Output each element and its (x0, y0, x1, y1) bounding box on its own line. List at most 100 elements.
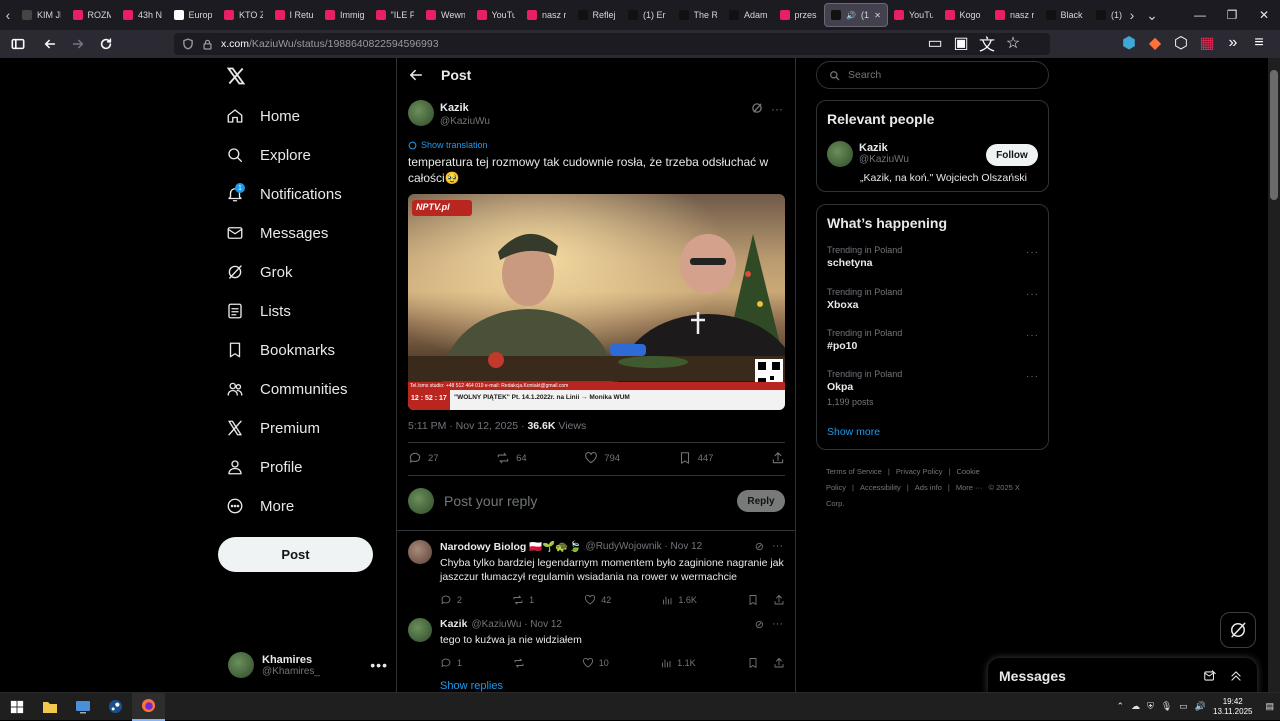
comment-reply-action[interactable]: 2 (440, 594, 462, 606)
like-action[interactable]: 794 (584, 451, 620, 465)
footer-link[interactable]: More ··· (956, 483, 983, 492)
trend-item[interactable]: Trending in Poland Xboxa ··· (827, 287, 1039, 311)
hamburger-menu-icon[interactable]: ≡ (1250, 34, 1268, 52)
repost-action[interactable]: 64 (496, 451, 527, 465)
onedrive-icon[interactable]: ☁ (1131, 701, 1140, 712)
tab-scroll-right-icon[interactable]: › (1124, 0, 1140, 30)
browser-tab[interactable]: Black (1040, 3, 1091, 27)
comment-like-action[interactable]: 10 (582, 657, 609, 669)
nav-item-more[interactable]: More (226, 494, 294, 518)
taskbar-clock[interactable]: 19:42 13.11.2025 (1213, 697, 1252, 717)
overflow-menu-icon[interactable]: » (1224, 34, 1242, 52)
restore-icon[interactable]: ❐ (1216, 0, 1248, 30)
browser-tab[interactable]: KTO Z (218, 3, 269, 27)
volume-icon[interactable]: 🔊 (1195, 701, 1206, 712)
extension-badge-icon[interactable]: ▦ (1198, 34, 1216, 52)
show-translation-link[interactable]: Show translation (408, 140, 488, 150)
tab-list-icon[interactable]: ⌄ (1140, 0, 1164, 30)
trend-more-icon[interactable]: ··· (1026, 247, 1039, 258)
microphone-icon[interactable]: 🎙 (1161, 701, 1172, 712)
comment-avatar[interactable] (408, 540, 432, 564)
picture-in-picture-icon[interactable]: ▭ (926, 34, 944, 52)
comment-author-handle[interactable]: @RudyWojownik · Nov 12 (586, 541, 703, 552)
footer-link[interactable]: Accessibility (860, 483, 901, 492)
author-avatar[interactable] (408, 100, 434, 126)
scrollbar-thumb[interactable] (1270, 70, 1278, 200)
browser-tab[interactable]: nasz r (521, 3, 572, 27)
browser-tab[interactable]: "ILE P (370, 3, 421, 27)
network-icon[interactable]: ▭ (1179, 701, 1188, 712)
browser-tab[interactable]: YouTu (471, 3, 522, 27)
comment-author-handle[interactable]: @KaziuWu · Nov 12 (471, 619, 562, 630)
nav-item-lists[interactable]: Lists (226, 299, 291, 323)
post-author[interactable]: Kazik @KaziuWu (408, 100, 490, 127)
trend-item[interactable]: Trending in Poland #po10 ··· (827, 328, 1039, 352)
grok-explain-icon[interactable]: ⊘ (755, 540, 764, 553)
sidebar-toggle-icon[interactable] (6, 32, 30, 56)
page-scrollbar[interactable] (1268, 58, 1280, 692)
relevant-person[interactable]: Kazik @KaziuWu (827, 141, 909, 167)
reply-button[interactable]: Reply (737, 490, 785, 512)
footer-link[interactable]: Terms of Service (826, 467, 882, 476)
comment-like-action[interactable]: 42 (584, 594, 611, 606)
tab-scroll-left-icon[interactable]: ‹ (0, 0, 16, 30)
show-replies-link[interactable]: Show replies (440, 680, 503, 692)
nav-item-communities[interactable]: Communities (226, 377, 348, 401)
nav-item-profile[interactable]: Profile (226, 455, 303, 479)
file-explorer-icon[interactable] (33, 693, 66, 721)
post-time[interactable]: 5:11 PM · Nov 12, 2025 · (408, 420, 527, 432)
translate-icon[interactable]: 文 (978, 34, 996, 54)
search-input[interactable]: Search (848, 69, 881, 81)
trend-more-icon[interactable]: ··· (1026, 330, 1039, 341)
bookmark-action[interactable]: 447 (678, 451, 713, 465)
expand-drawer-icon[interactable] (1229, 669, 1243, 683)
browser-tab[interactable]: I Retu (269, 3, 320, 27)
screenshot-icon[interactable]: ▣ (952, 34, 970, 52)
show-more-link[interactable]: Show more (827, 426, 880, 438)
reload-icon[interactable] (94, 32, 118, 56)
grok-explain-icon[interactable]: ⊘ (755, 618, 764, 631)
person-name[interactable]: Kazik (859, 142, 909, 154)
follow-button[interactable]: Follow (986, 144, 1038, 166)
browser-tab[interactable]: (1) E (1090, 3, 1124, 27)
x-logo-icon[interactable] (226, 66, 250, 90)
nav-item-premium[interactable]: Premium (226, 416, 320, 440)
nav-item-bookmarks[interactable]: Bookmarks (226, 338, 335, 362)
nav-item-home[interactable]: Home (226, 104, 300, 128)
reply-input[interactable]: Post your reply (444, 493, 537, 509)
bookmark-icon[interactable] (747, 594, 759, 606)
browser-tab[interactable]: Kogo (939, 3, 990, 27)
nav-item-messages[interactable]: Messages (226, 221, 328, 245)
browser-tab[interactable]: przes (774, 3, 825, 27)
post-button[interactable]: Post (218, 537, 373, 572)
browser-tab[interactable]: ROZM (67, 3, 118, 27)
start-icon[interactable] (0, 693, 33, 721)
comment-author-name[interactable]: Kazik (440, 618, 467, 630)
tray-chevron-icon[interactable]: ⌃ (1117, 701, 1125, 712)
browser-tab-active[interactable]: 🔊 (1) ✕ (824, 3, 888, 27)
browser-tab[interactable]: 43h N (117, 3, 168, 27)
bookmark-icon[interactable] (747, 657, 759, 669)
extensions-icon[interactable]: ⬡ (1172, 34, 1190, 52)
trend-item[interactable]: Trending in Poland Okpa 1,199 posts ··· (827, 369, 1039, 407)
comment-more-icon[interactable]: ··· (772, 540, 783, 553)
browser-tab[interactable]: The R (673, 3, 724, 27)
address-bar[interactable]: x.com/KaziuWu/status/1988640822594596993 (174, 33, 1050, 55)
browser-tab[interactable]: Reflej (572, 3, 623, 27)
trend-more-icon[interactable]: ··· (1026, 289, 1039, 300)
back-icon[interactable] (38, 32, 62, 56)
footer-link[interactable]: Privacy Policy (896, 467, 943, 476)
notification-center-icon[interactable]: ▤ (1265, 701, 1274, 712)
trend-more-icon[interactable]: ··· (1026, 371, 1039, 382)
tab-close-icon[interactable]: ✕ (874, 11, 881, 20)
new-message-icon[interactable] (1203, 669, 1217, 683)
browser-tab[interactable]: KIM JI (16, 3, 67, 27)
monitor-app-icon[interactable] (66, 693, 99, 721)
grok-floating-button[interactable] (1220, 612, 1256, 648)
share-icon[interactable] (773, 594, 785, 606)
reply-action[interactable]: 27 (408, 451, 439, 465)
messages-drawer[interactable]: Messages (988, 658, 1257, 694)
author-name[interactable]: Kazik (440, 102, 490, 114)
tracking-shield-icon[interactable] (182, 38, 194, 50)
trend-item[interactable]: Trending in Poland schetyna ··· (827, 245, 1039, 269)
